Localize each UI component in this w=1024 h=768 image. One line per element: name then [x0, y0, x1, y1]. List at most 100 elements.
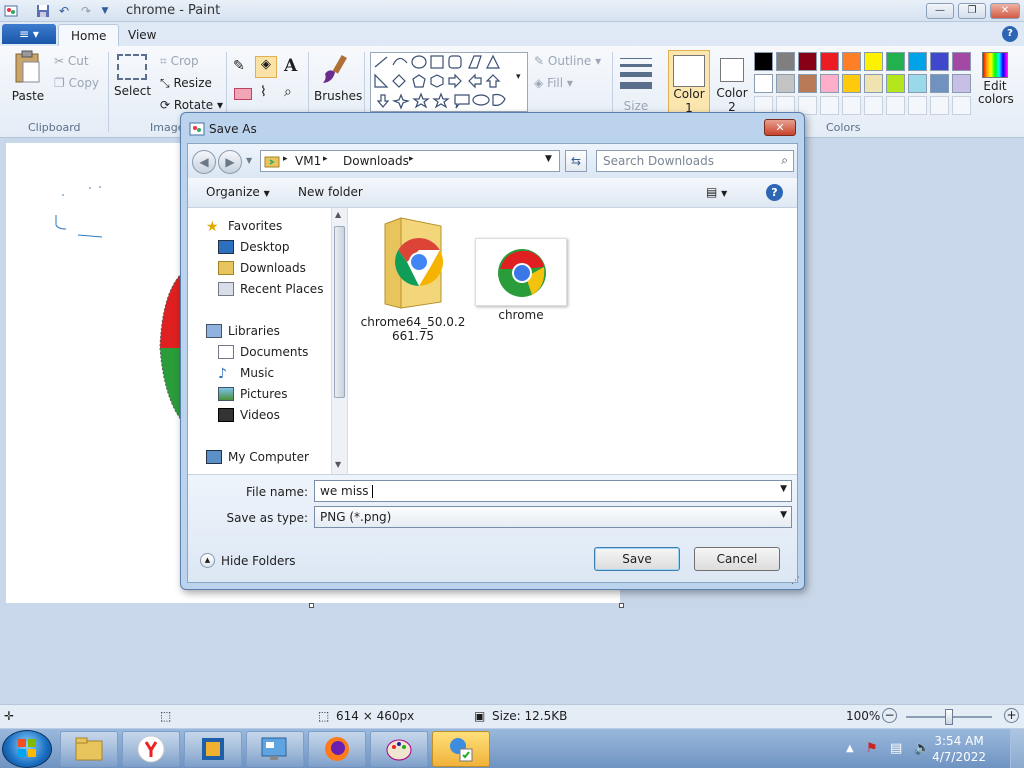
color1-button[interactable]: Color 1	[668, 50, 710, 120]
refresh-button[interactable]: ⇆	[565, 150, 587, 172]
network-tray-icon[interactable]: ▤	[890, 741, 902, 756]
palette-swatch[interactable]	[842, 96, 861, 115]
address-dropdown-icon[interactable]: ▼	[545, 154, 552, 164]
search-input[interactable]: Search Downloads ⌕	[596, 150, 794, 172]
text-tool[interactable]: A	[284, 56, 297, 76]
nav-pictures[interactable]: Pictures	[218, 384, 288, 404]
nav-libraries[interactable]: Libraries	[206, 321, 280, 341]
tray-expand-icon[interactable]: ▲	[846, 743, 854, 754]
taskbar-virtualbox[interactable]	[184, 731, 242, 767]
palette-swatch[interactable]	[930, 52, 949, 71]
brushes-button[interactable]: Brushes	[314, 52, 362, 103]
edit-colors-button[interactable]: Edit colors	[978, 52, 1014, 106]
palette-swatch[interactable]	[798, 52, 817, 71]
organize-button[interactable]: Organize ▼	[206, 185, 270, 199]
nav-favorites[interactable]: ★ Favorites	[206, 216, 282, 236]
palette-swatch[interactable]	[842, 74, 861, 93]
breadcrumb-downloads[interactable]: Downloads	[343, 154, 409, 168]
palette-swatch[interactable]	[886, 74, 905, 93]
save-type-select[interactable]: PNG (*.png) ▼	[314, 506, 792, 528]
forward-button[interactable]: ▶	[218, 150, 242, 174]
resize-button[interactable]: ⤡ Resize	[160, 76, 212, 91]
scroll-up-icon[interactable]: ▲	[335, 210, 341, 219]
color2-button[interactable]: Color 2	[712, 50, 752, 120]
palette-swatch[interactable]	[952, 52, 971, 71]
shapes-scroll-icon[interactable]: ▾	[516, 72, 521, 82]
back-button[interactable]: ◀	[192, 150, 216, 174]
action-center-icon[interactable]: ⚑	[866, 741, 878, 756]
undo-icon[interactable]: ↶	[56, 3, 72, 19]
taskbar-explorer[interactable]	[60, 731, 118, 767]
minimize-button[interactable]: —	[926, 3, 954, 19]
redo-icon[interactable]: ↷	[78, 3, 94, 19]
tab-view[interactable]: View	[116, 24, 168, 46]
taskbar-yandex[interactable]	[122, 731, 180, 767]
palette-swatch[interactable]	[864, 96, 883, 115]
taskbar-network[interactable]	[432, 731, 490, 767]
copy-button[interactable]: ❐ Copy	[54, 76, 99, 90]
nav-documents[interactable]: Documents	[218, 342, 308, 362]
file-item-chrome-installer[interactable]: chrome64_50.0.2 661.75	[358, 216, 468, 343]
volume-icon[interactable]: 🔈	[914, 741, 930, 756]
hide-folders-button[interactable]: ▲ Hide Folders	[200, 553, 296, 568]
palette-swatch[interactable]	[886, 96, 905, 115]
palette-swatch[interactable]	[886, 52, 905, 71]
palette-swatch[interactable]	[952, 96, 971, 115]
save-button[interactable]: Save	[594, 547, 680, 571]
paint-app-icon[interactable]	[3, 3, 19, 19]
nav-music[interactable]: ♪ Music	[218, 363, 274, 383]
palette-swatch[interactable]	[864, 52, 883, 71]
recent-locations-dropdown-icon[interactable]: ▼	[246, 156, 252, 165]
show-desktop-button[interactable]	[1010, 729, 1024, 768]
dialog-close-button[interactable]: ✕	[764, 119, 796, 136]
palette-swatch[interactable]	[776, 52, 795, 71]
paste-button[interactable]: Paste	[8, 50, 48, 103]
nav-downloads[interactable]: Downloads	[218, 258, 306, 278]
help-icon[interactable]: ?	[1002, 26, 1018, 42]
cancel-button[interactable]: Cancel	[694, 547, 780, 571]
zoom-in-button[interactable]: +	[1004, 708, 1019, 723]
palette-swatch[interactable]	[842, 52, 861, 71]
zoom-slider-thumb[interactable]	[945, 709, 953, 725]
file-menu-button[interactable]: ≡ ▾	[2, 24, 56, 44]
start-button[interactable]	[2, 730, 52, 768]
palette-swatch[interactable]	[930, 96, 949, 115]
palette-swatch[interactable]	[952, 74, 971, 93]
tab-home[interactable]: Home	[58, 24, 120, 46]
outline-button[interactable]: ✎ Outline ▾	[534, 54, 601, 68]
palette-swatch[interactable]	[820, 96, 839, 115]
resize-grip-icon[interactable]: ⋰	[791, 576, 800, 586]
nav-desktop[interactable]: Desktop	[218, 237, 290, 257]
fill-tool[interactable]: ◈	[255, 56, 277, 78]
palette-swatch[interactable]	[864, 74, 883, 93]
file-name-dropdown-icon[interactable]: ▼	[780, 484, 787, 494]
palette-swatch[interactable]	[798, 74, 817, 93]
zoom-out-button[interactable]: −	[882, 708, 897, 723]
clock[interactable]: 3:54 AM 4/7/2022	[932, 733, 986, 765]
pencil-tool[interactable]: ✎	[233, 58, 245, 74]
resize-handle-bottom[interactable]	[309, 603, 314, 608]
file-item-chrome-image[interactable]: chrome	[466, 216, 576, 322]
magnifier-tool[interactable]: ⌕	[284, 84, 292, 100]
scrollbar-thumb[interactable]	[334, 226, 345, 398]
scroll-down-icon[interactable]: ▼	[335, 460, 341, 469]
taskbar-control-panel[interactable]	[246, 731, 304, 767]
restore-button[interactable]: ❐	[958, 3, 986, 19]
palette-swatch[interactable]	[908, 74, 927, 93]
view-options-icon[interactable]: ▤ ▼	[706, 185, 727, 199]
size-button[interactable]: Size	[618, 52, 654, 113]
address-bar[interactable]: ▸ VM1 ▸ Downloads ▸ ▼	[260, 150, 560, 172]
eraser-tool[interactable]	[234, 88, 252, 100]
select-button[interactable]: Select	[114, 54, 151, 98]
palette-swatch[interactable]	[908, 52, 927, 71]
palette-swatch[interactable]	[820, 52, 839, 71]
quick-access-dropdown-icon[interactable]: ▼	[98, 3, 112, 19]
navigation-scrollbar[interactable]: ▲ ▼	[331, 208, 347, 474]
nav-my-computer[interactable]: My Computer	[206, 447, 309, 467]
breadcrumb-vm1[interactable]: VM1	[295, 154, 321, 168]
save-icon[interactable]	[35, 3, 51, 19]
resize-handle-corner[interactable]	[619, 603, 624, 608]
fill-button[interactable]: ◈ Fill ▾	[534, 76, 573, 90]
zoom-slider[interactable]	[906, 709, 992, 725]
crop-button[interactable]: ⌗ Crop	[160, 54, 199, 69]
